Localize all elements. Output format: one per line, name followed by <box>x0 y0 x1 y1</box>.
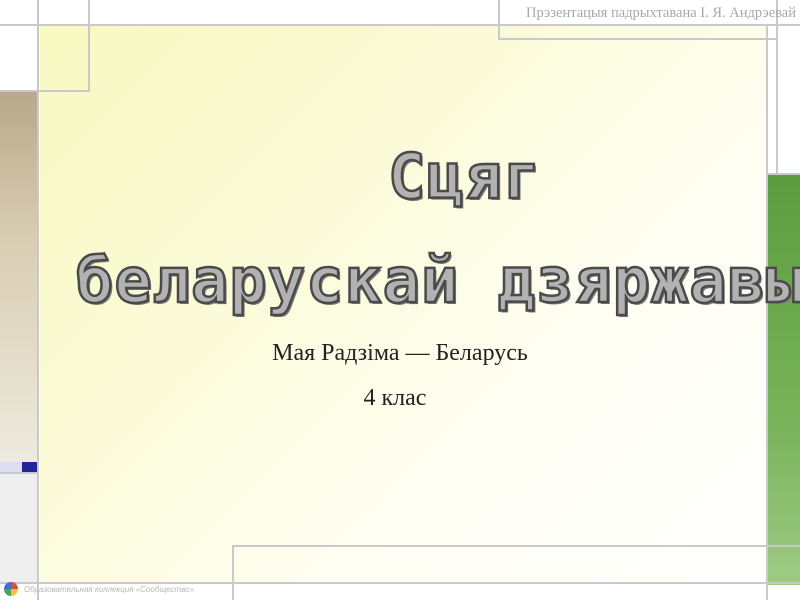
slide-title-line1: Сцяг <box>387 139 542 215</box>
grid-line <box>232 545 234 600</box>
grid-line <box>232 545 800 547</box>
grid-line <box>0 472 39 474</box>
slide-title-line2: беларускай дзяржавы <box>75 243 800 319</box>
grid-line <box>0 582 800 584</box>
grid-line <box>766 173 800 175</box>
grid-line <box>0 24 800 26</box>
deco-navy-block <box>22 462 37 472</box>
deco-white-block-top-left <box>0 0 37 26</box>
deco-light-block-bottom-left <box>0 472 37 582</box>
grid-line <box>88 0 90 92</box>
grid-line <box>0 90 88 92</box>
collection-logo-icon <box>4 582 18 596</box>
slide-subtitle-grade: 4 клас <box>363 385 427 411</box>
slide-subtitle-topic: Мая Радзіма — Беларусь <box>272 340 528 366</box>
footer-collection-label: Образовательная коллекция «Сообщество» <box>24 585 195 594</box>
deco-green-block <box>768 175 800 585</box>
deco-lavender-block <box>0 462 22 472</box>
deco-tan-block <box>0 92 37 462</box>
author-credit: Прэзентацыя падрыхтавана І. Я. Андрэевай <box>525 5 796 21</box>
grid-line <box>776 0 778 175</box>
grid-line <box>498 38 778 40</box>
